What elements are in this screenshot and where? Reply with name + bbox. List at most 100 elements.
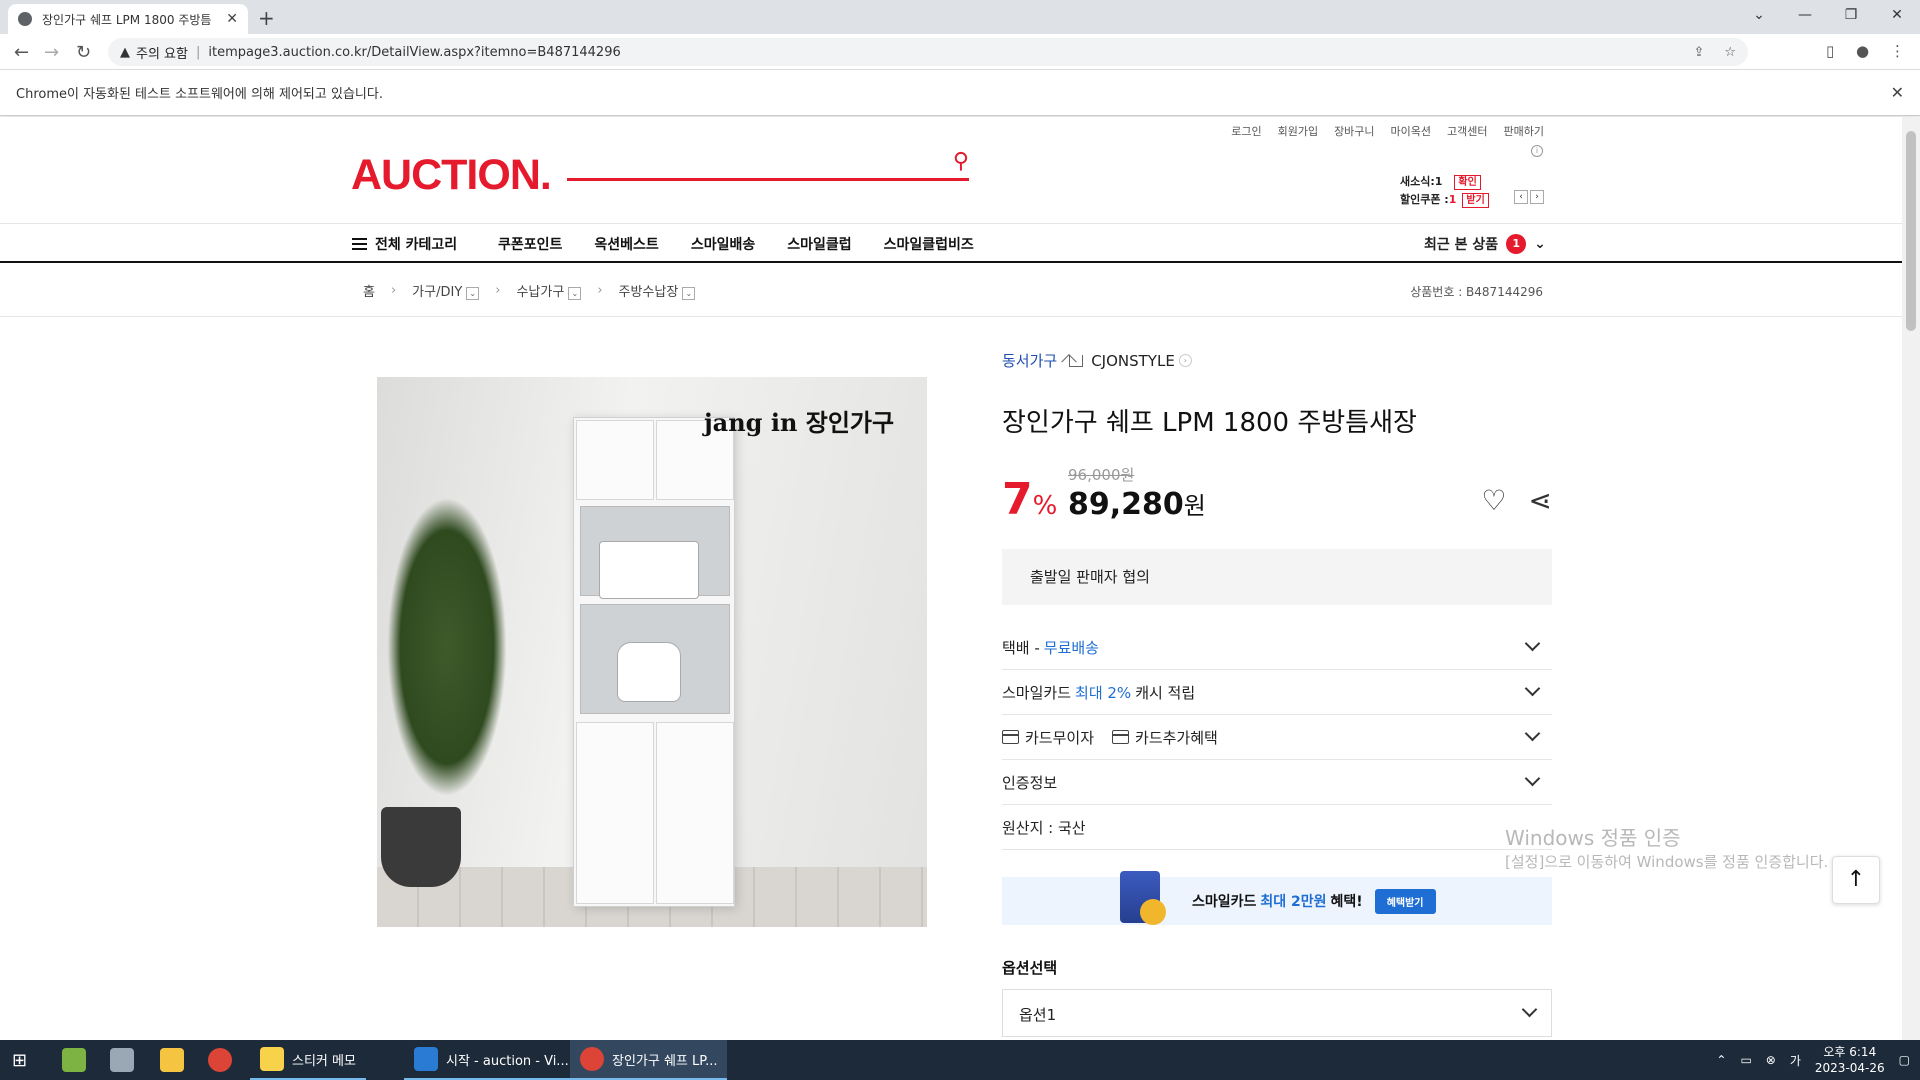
breadcrumb-item[interactable]: 가구/DIY ⌄ [412,281,480,300]
nav-smile-delivery[interactable]: 스마일배송 [691,234,755,254]
photos-icon[interactable] [62,1048,86,1072]
smilecard-row[interactable]: 스마일카드 최대 2% 캐시 적립 [1002,670,1552,715]
ime-icon[interactable]: 가 [1790,1052,1801,1069]
chevron-right-icon: › [390,283,397,298]
reload-icon[interactable]: ↻ [76,42,91,63]
network-icon[interactable]: ▭ [1740,1053,1751,1067]
next-icon[interactable]: › [1530,190,1544,204]
sticky-notes-icon [260,1047,284,1071]
taskbar-chrome-window[interactable]: 장인가구 쉐프 LP... [570,1040,728,1080]
breadcrumb-item[interactable]: 수납가구 ⌄ [516,281,582,300]
certification-row[interactable]: 인증정보 [1002,760,1552,805]
cart-link[interactable]: 장바구니 [1334,123,1374,139]
get-benefit-button[interactable]: 혜택받기 [1374,888,1436,914]
card-benefit-row[interactable]: 카드무이자 카드추가혜택 [1002,715,1552,760]
get-coupon-button[interactable]: 받기 [1462,193,1489,208]
image-brand-logo: jang in 장인가구 [704,408,895,437]
warning-icon[interactable]: ▲ [120,45,130,60]
rice-cooker-illustration [617,642,681,702]
minimize-button[interactable]: — [1782,0,1828,30]
login-link[interactable]: 로그인 [1231,123,1261,139]
scroll-to-top-button[interactable]: ↑ [1832,856,1880,904]
back-icon[interactable]: ← [14,42,29,63]
bookmark-star-icon[interactable]: ☆ [1724,45,1736,60]
chevron-down-icon[interactable]: ⌄ [466,287,480,300]
windows-start-icon[interactable]: ⊞ [12,1040,27,1080]
check-news-button[interactable]: 확인 [1454,175,1481,190]
tray-chevron-icon[interactable]: ⌃ [1716,1053,1726,1067]
option-select[interactable]: 옵션1 [1002,989,1552,1037]
menu-kebab-icon[interactable]: ⋮ [1890,42,1905,60]
notification-icon[interactable]: ▢ [1899,1053,1910,1067]
chevron-down-icon[interactable]: ⌄ [682,287,696,300]
brand-link[interactable]: 동서가구 [1002,350,1057,371]
card-plus-icon [1112,730,1130,744]
profile-icon[interactable]: ● [1856,42,1869,60]
prev-icon[interactable]: ‹ [1514,190,1528,204]
maximize-button[interactable]: ❐ [1828,0,1874,30]
auction-logo[interactable]: AUCTION. [351,151,552,200]
chevron-down-icon [1524,680,1541,697]
close-window-button[interactable]: ✕ [1874,0,1920,30]
recent-viewed-button[interactable]: 최근 본 상품 1 ⌄ [1424,234,1546,254]
home-icon [1069,354,1084,367]
seller-row: 동서가구 CJONSTYLE › [1002,350,1192,371]
store-link[interactable]: CJONSTYLE › [1069,352,1192,370]
close-tab-icon[interactable]: ✕ [226,11,238,27]
nav-smile-club-biz[interactable]: 스마일클럽비즈 [884,234,974,254]
all-category-button[interactable]: 전체 카테고리 [352,234,457,254]
coin-icon [1140,899,1166,925]
clock[interactable]: 오후 6:14 2023-04-26 [1815,1044,1885,1076]
info-icon[interactable]: i [1531,145,1543,157]
nav-auction-best[interactable]: 옥션베스트 [594,234,658,254]
product-number: 상품번호 : B487144296 [1410,285,1543,299]
mini-notifications: 새소식:1 확인 할인쿠폰 :1 받기 [1400,173,1489,209]
customer-center-link[interactable]: 고객센터 [1447,123,1487,139]
side-panel-icon[interactable]: ▯ [1826,42,1834,60]
tab-search-icon[interactable]: ⌄ [1736,0,1782,30]
browser-tab[interactable]: 장인가구 쉐프 LPM 1800 주방틈 ✕ [8,4,248,34]
smilecard-banner[interactable]: 스마일카드 최대 2만원 혜택! 혜택받기 [1002,871,1552,925]
delivery-row[interactable]: 택배 - 무료배송 [1002,625,1552,670]
app-icon[interactable] [110,1048,134,1072]
chrome-icon[interactable] [208,1048,232,1072]
url-text[interactable]: itempage3.auction.co.kr/DetailView.aspx?… [208,45,620,60]
product-image[interactable]: jang in 장인가구 [377,377,927,927]
discount-rate: 7% [1002,474,1058,525]
forward-icon[interactable]: → [44,42,59,63]
share-icon[interactable]: ⋖ [1529,484,1552,517]
volume-icon[interactable]: ⊗ [1766,1053,1776,1067]
new-tab-button[interactable]: + [258,6,275,30]
chevron-down-icon[interactable]: ⌄ [568,287,582,300]
option-title: 옵션선택 [1002,959,1058,977]
system-tray: ⌃ ▭ ⊗ 가 오후 6:14 2023-04-26 ▢ [1716,1040,1910,1080]
nav-smile-club[interactable]: 스마일클럽 [787,234,851,254]
search-icon[interactable]: ⚲ [953,149,969,174]
heart-icon[interactable]: ♡ [1481,484,1506,517]
address-bar-row: ← → ↻ ▲ 주의 요함 | itempage3.auction.co.kr/… [0,34,1920,70]
signup-link[interactable]: 회원가입 [1278,123,1318,139]
origin-row: 원산지 : 국산 [1002,805,1552,850]
scrollbar-thumb[interactable] [1906,131,1916,331]
automation-infobar: Chrome이 자동화된 테스트 소프트웨어에 의해 제어되고 있습니다. ✕ [0,70,1920,116]
omnibox[interactable]: ▲ 주의 요함 | itempage3.auction.co.kr/Detail… [108,38,1748,66]
taskbar-vscode[interactable]: 시작 - auction - Vi... [404,1040,579,1080]
chrome-icon [580,1047,604,1071]
file-explorer-icon[interactable] [160,1048,184,1072]
product-title: 장인가구 쉐프 LPM 1800 주방틈새장 [1002,408,1417,438]
taskbar-sticky-notes[interactable]: 스티커 메모 [250,1040,366,1080]
infobar-close-icon[interactable]: ✕ [1891,83,1904,102]
breadcrumb-item[interactable]: 주방수납장 ⌄ [619,281,696,300]
breadcrumb-home[interactable]: 홈 [363,281,375,300]
search-input[interactable]: ⚲ [567,145,969,181]
my-auction-link[interactable]: 마이옥션 [1391,123,1431,139]
share-icon[interactable]: ⇪ [1693,45,1704,60]
infobar-text: Chrome이 자동화된 테스트 소프트웨어에 의해 제어되고 있습니다. [16,87,383,102]
sell-link[interactable]: 판매하기 [1504,123,1544,139]
nav-coupon-point[interactable]: 쿠폰포인트 [498,234,562,254]
security-warning[interactable]: 주의 요함 [136,43,188,62]
page-scrollbar[interactable] [1902,117,1920,1040]
hamburger-icon [352,238,367,250]
browser-tab-strip: 장인가구 쉐프 LPM 1800 주방틈 ✕ + ⌄ — ❐ ✕ [0,0,1920,34]
chevron-down-icon [1524,725,1541,742]
